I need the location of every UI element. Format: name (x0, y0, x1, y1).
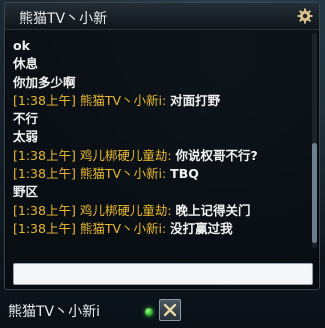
chat-message: [1:38上午] 鸡儿梆硬儿童劫: 晚上记得关门 (13, 202, 303, 220)
chat-window-title: 熊猫TV丶小新 (19, 11, 108, 27)
message-timestamp: [1:38上午] (13, 147, 76, 163)
message-timestamp: [1:38上午] (13, 166, 76, 182)
chat-window: 熊猫TV丶小新 ok 休息你加多少啊 [1:38上午] 熊猫TV丶小新i: 对面打野… (4, 2, 320, 290)
message-sender[interactable]: 熊猫TV丶小新i: (80, 93, 166, 108)
close-icon (163, 303, 177, 317)
chat-message: 野区 (13, 183, 303, 201)
chat-scrollbar[interactable] (312, 33, 317, 248)
message-sender[interactable]: 鸡儿梆硬儿童劫: (80, 203, 172, 218)
message-text: 晚上记得关门 (175, 202, 251, 218)
chat-message: [1:38上午] 熊猫TV丶小新i: TBQ (13, 165, 303, 183)
message-text: 野区 (13, 184, 39, 200)
message-list: ok 休息 你加多少啊 [1:38上午] 熊猫TV丶小新i: 对面打野 不行 太弱 [1:3… (13, 37, 303, 238)
chat-title-bar[interactable]: 熊猫TV丶小新 (5, 3, 319, 30)
close-button[interactable] (159, 299, 181, 321)
message-sender[interactable]: 鸡儿梆硬儿童劫: (80, 148, 172, 163)
chat-tab-bar: 熊猫TV丶小新i (0, 296, 325, 328)
message-text: 没打赢过我 (170, 220, 233, 236)
chat-scroll-thumb[interactable] (312, 143, 317, 243)
online-status-icon (145, 308, 153, 316)
chat-message: 你加多少啊 (13, 74, 303, 92)
message-text: 休息 (13, 56, 39, 72)
message-timestamp: [1:38上午] (13, 92, 76, 108)
chat-message: [1:38上午] 熊猫TV丶小新i: 没打赢过我 (13, 220, 303, 238)
chat-message: [1:38上午] 鸡儿梆硬儿童劫: 你说权哥不行? (13, 147, 303, 165)
message-sender[interactable]: 熊猫TV丶小新i: (80, 166, 166, 181)
message-text: 对面打野 (170, 92, 221, 108)
message-sender[interactable]: 熊猫TV丶小新i: (80, 221, 166, 236)
message-text: TBQ (170, 166, 199, 182)
chat-input[interactable] (13, 263, 313, 285)
gear-icon[interactable] (297, 8, 313, 24)
message-text: 你说权哥不行? (175, 147, 258, 163)
message-text: ok (13, 38, 30, 53)
chat-tab-name[interactable]: 熊猫TV丶小新i (8, 301, 100, 321)
chat-message: [1:38上午] 熊猫TV丶小新i: 对面打野 (13, 92, 303, 110)
chat-message: 不行 (13, 110, 303, 128)
chat-message: 休息 (13, 55, 303, 73)
chat-message: ok (13, 37, 303, 55)
message-text: 你加多少啊 (13, 74, 76, 90)
message-text: 太弱 (13, 129, 39, 145)
message-text: 不行 (13, 111, 39, 127)
message-timestamp: [1:38上午] (13, 220, 76, 236)
chat-message: 太弱 (13, 128, 303, 146)
message-timestamp: [1:38上午] (13, 202, 76, 218)
